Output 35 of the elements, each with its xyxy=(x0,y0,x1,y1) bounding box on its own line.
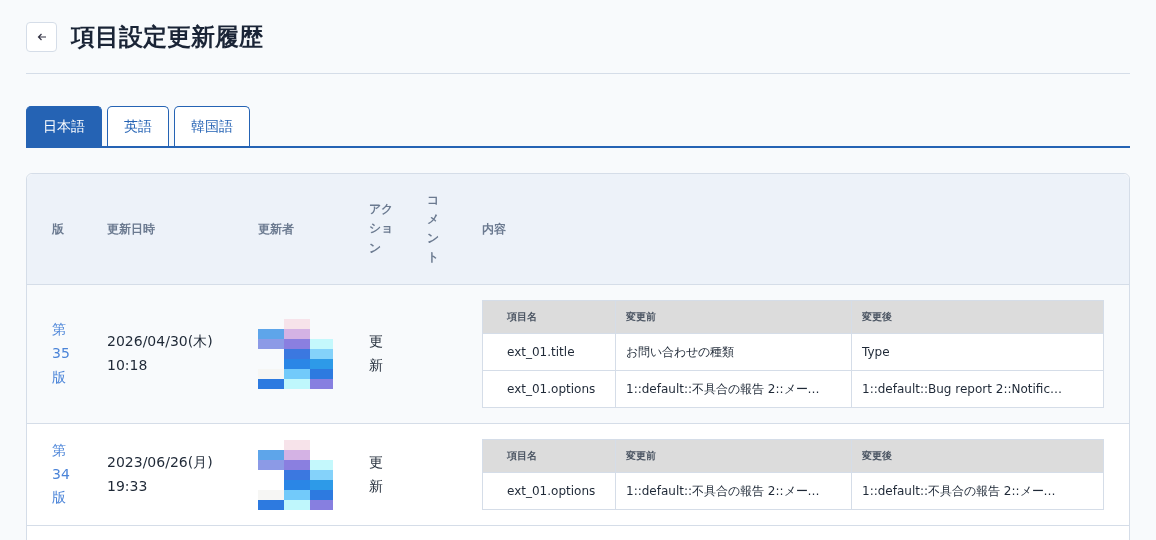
language-tab[interactable]: 韓国語 xyxy=(174,106,250,146)
change-cell: ext_01.options xyxy=(482,472,616,510)
change-column-header: 変更前 xyxy=(615,439,852,473)
change-cell: ext_01.title xyxy=(482,333,616,371)
change-cell: 1::default::Bug report 2::Notific… xyxy=(851,370,1104,408)
action-text: 更新 xyxy=(369,452,383,496)
change-cell: 1::default::不具合の報告 2::メー… xyxy=(615,370,852,408)
version-link[interactable]: 第34版 xyxy=(52,438,73,511)
change-cell: Type xyxy=(851,333,1104,371)
change-column-header: 変更前 xyxy=(615,300,852,334)
column-header: 更新者 xyxy=(258,220,295,238)
change-cell: お問い合わせの種類 xyxy=(615,333,852,371)
change-column-header: 項目名 xyxy=(482,439,616,473)
version-link[interactable]: 第35版 xyxy=(52,318,73,390)
back-arrow-icon xyxy=(36,32,47,42)
update-time: 19:33 xyxy=(107,476,149,496)
language-tab[interactable]: 日本語 xyxy=(26,106,102,146)
column-header: 内容 xyxy=(482,220,507,238)
update-time: 10:18 xyxy=(107,356,149,375)
update-date: 2023/06/26(月) xyxy=(107,452,214,472)
back-button[interactable] xyxy=(26,22,57,52)
column-header: コメント xyxy=(427,191,439,267)
change-column-header: 項目名 xyxy=(482,300,616,334)
change-column-header: 変更後 xyxy=(851,300,1104,334)
column-header: アクション xyxy=(369,201,394,257)
column-header: 版 xyxy=(52,220,65,238)
change-column-header: 変更後 xyxy=(851,439,1104,473)
update-date: 2026/04/30(木) xyxy=(107,332,214,352)
change-cell: ext_01.options xyxy=(482,370,616,408)
language-tab[interactable]: 英語 xyxy=(107,106,169,146)
page-title: 項目設定更新履歴 xyxy=(71,22,263,53)
column-header: 更新日時 xyxy=(107,220,156,238)
action-text: 更新 xyxy=(369,332,383,375)
change-cell: 1::default::不具合の報告 2::メー… xyxy=(851,472,1104,510)
change-cell: 1::default::不具合の報告 2::メー… xyxy=(615,472,852,510)
